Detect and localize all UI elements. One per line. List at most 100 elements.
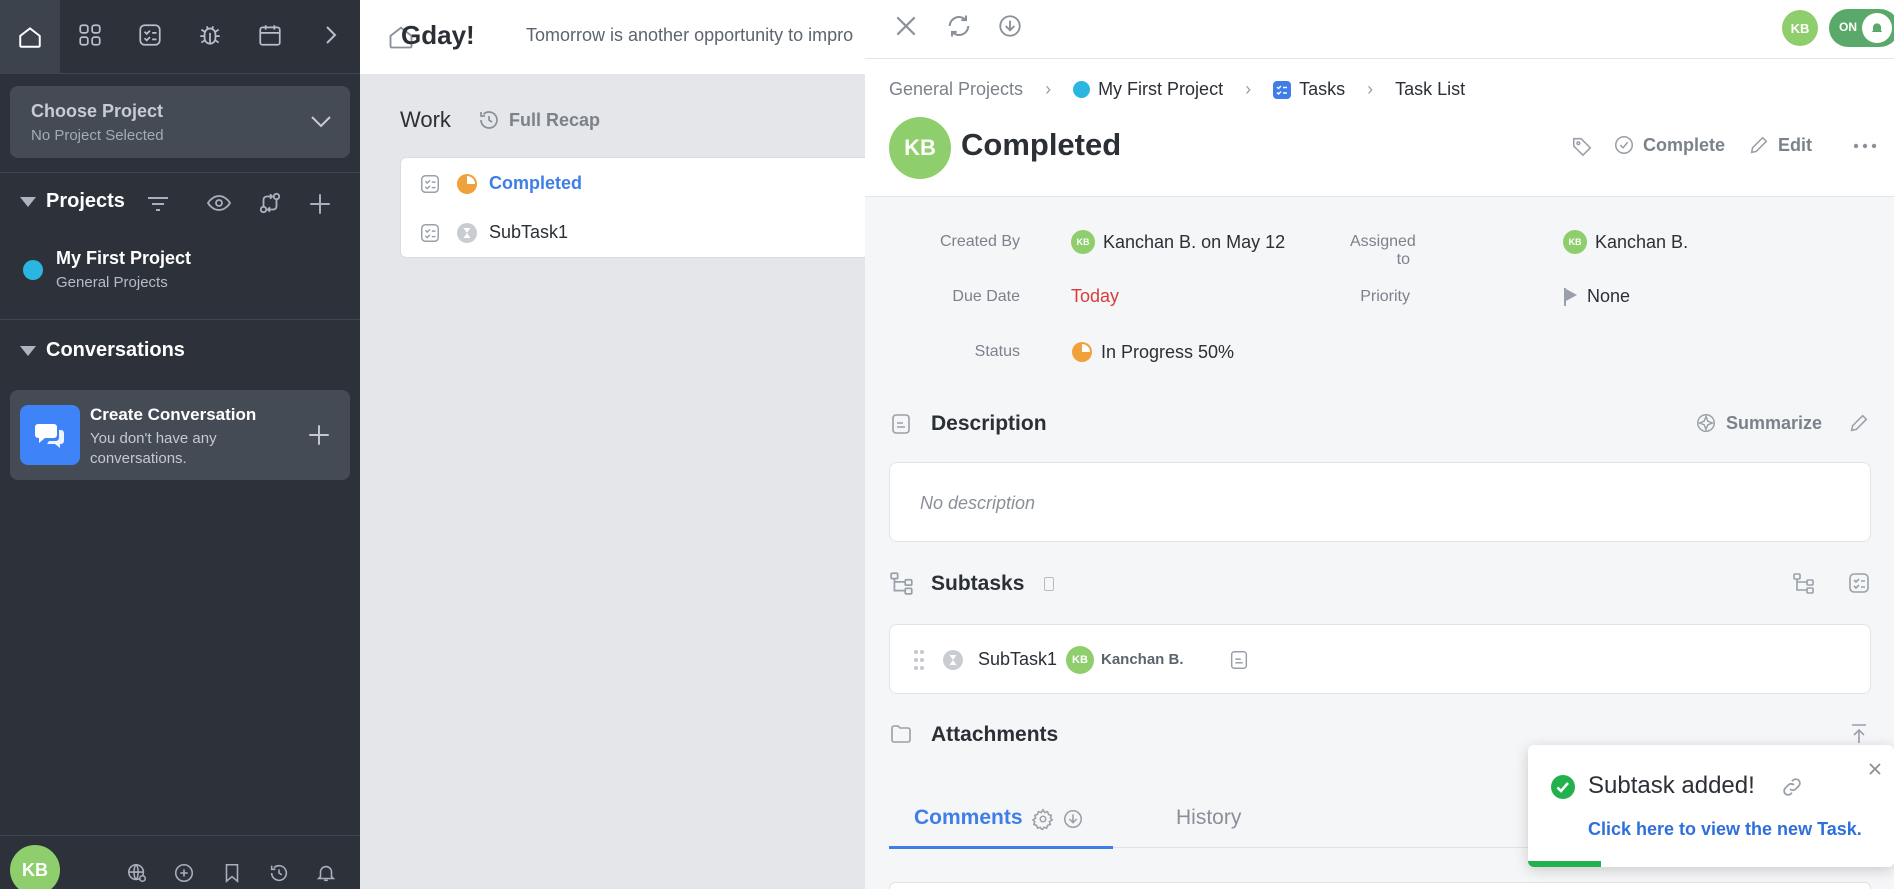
tag-icon[interactable] [1571,135,1593,157]
bugs-nav-button[interactable] [185,10,235,60]
tab-comments[interactable]: Comments [889,800,1113,849]
breadcrumb-item[interactable]: Task List [1395,79,1465,100]
breadcrumb-item[interactable]: General Projects [889,79,1023,100]
git-compare-icon[interactable] [257,190,283,216]
project-name: My First Project [56,248,192,268]
avatar: KB [1066,646,1094,674]
status-value[interactable]: In Progress 50% [1071,341,1234,363]
assigned-to-label: Assigned to [1350,233,1416,268]
eye-icon[interactable] [206,192,232,214]
priority-value[interactable]: None [1563,286,1630,307]
flag-icon [1564,287,1577,306]
bookmark-button[interactable] [219,860,245,886]
assigned-to-value[interactable]: KB Kanchan B. [1563,230,1688,254]
full-recap-label: Full Recap [509,109,601,130]
add-button[interactable] [171,860,197,886]
home-icon [19,27,41,48]
tab-history[interactable]: History [1176,806,1241,830]
subtask-name: SubTask1 [978,649,1058,669]
task-title[interactable]: Completed [961,127,1121,163]
projects-section-toggle[interactable]: Projects [20,190,125,213]
apps-nav-button[interactable] [65,10,115,60]
sidebar-top-nav [0,0,360,74]
copy-icon[interactable] [1044,577,1054,591]
full-recap-button[interactable]: Full Recap [477,108,600,132]
refresh-icon[interactable] [945,12,973,40]
calendar-nav-button[interactable] [245,10,295,60]
add-project-icon[interactable] [307,191,333,217]
hourglass-icon [457,223,477,243]
subtask-row[interactable]: SubTask1 KB Kanchan B. [889,624,1871,694]
project-chooser-title: Choose Project [31,101,164,121]
user-avatar[interactable]: KB [1782,10,1818,46]
close-icon[interactable] [893,13,919,39]
summarize-button[interactable]: Summarize [1695,412,1822,434]
list-item-label: Completed [489,173,583,193]
check-circle-icon [1614,135,1634,155]
conversations-section-toggle[interactable]: Conversations [20,339,185,362]
globe-search-button[interactable] [124,860,150,886]
chevron-right-icon: › [1245,79,1252,99]
download-icon[interactable] [997,13,1023,39]
work-heading: Work [400,107,451,132]
toast-view-task-link[interactable]: Click here to view the new Task. [1588,819,1862,840]
progress-pie-icon [1072,342,1092,362]
comment-box[interactable] [889,882,1871,889]
tasks-nav-button[interactable] [125,10,175,60]
hourglass-icon [943,650,963,670]
download-icon[interactable] [1062,808,1084,830]
drag-handle-icon[interactable] [913,649,925,671]
main-header: Gday! Tomorrow is another opportunity to… [360,0,865,74]
list-item[interactable]: SubTask1 [401,208,871,258]
created-by-value[interactable]: KB Kanchan B. on May 12 [1071,230,1285,254]
filter-icon[interactable] [146,194,170,214]
toast-progress-bar [1528,861,1602,867]
document-icon[interactable] [1228,649,1250,671]
main-content: Gday! Tomorrow is another opportunity to… [360,0,870,889]
history-button[interactable] [266,860,292,886]
link-icon[interactable] [1780,775,1804,799]
close-icon[interactable] [1868,762,1882,776]
sidebar-divider [0,172,360,173]
sidebar: Choose Project No Project Selected Proje… [0,0,360,889]
edit-label: Edit [1778,134,1812,155]
create-conversation-card[interactable]: Create Conversation You don't have any c… [10,390,350,480]
tasks-icon [1273,80,1292,99]
notifications-button[interactable] [313,860,339,886]
hierarchy-icon [890,572,913,595]
list-item-label: SubTask1 [489,222,569,242]
greeting: Gday! [401,20,475,50]
complete-label: Complete [1643,134,1726,155]
gear-icon[interactable] [1032,808,1054,830]
bug-icon [200,25,220,45]
expand-nav-button[interactable] [305,10,355,60]
due-date-label: Due Date [952,288,1020,305]
calendar-icon [259,25,281,46]
notifications-toggle[interactable]: ON [1829,9,1894,47]
add-conversation-icon[interactable] [306,422,332,448]
upload-icon[interactable] [1847,722,1871,746]
due-date-value[interactable]: Today [1071,286,1119,307]
task-icon [421,224,439,242]
chat-icon [20,405,80,465]
bookmark-icon [225,863,239,883]
description-box[interactable]: No description [889,462,1871,542]
breadcrumb-item[interactable]: Tasks [1299,79,1345,100]
priority-label: Priority [1360,288,1410,305]
add-subtask-icon[interactable] [1847,571,1871,595]
list-item[interactable]: Completed [401,158,871,208]
project-chooser-subtitle: No Project Selected [31,127,164,144]
breadcrumb-item[interactable]: My First Project [1098,79,1223,100]
user-avatar[interactable]: KB [10,845,60,889]
edit-button[interactable]: Edit [1748,134,1812,156]
chevron-right-icon [326,26,337,44]
project-chooser[interactable]: Choose Project No Project Selected [10,86,350,158]
toast-title: Subtask added! [1588,772,1755,799]
pencil-icon[interactable] [1848,412,1870,434]
collapse-triangle-icon [20,196,36,207]
tab-comments-label: Comments [914,806,1023,829]
complete-button[interactable]: Complete [1613,134,1725,156]
hierarchy-icon[interactable] [1792,571,1816,595]
more-options-icon[interactable] [1852,136,1878,156]
home-nav-button[interactable] [0,0,60,74]
